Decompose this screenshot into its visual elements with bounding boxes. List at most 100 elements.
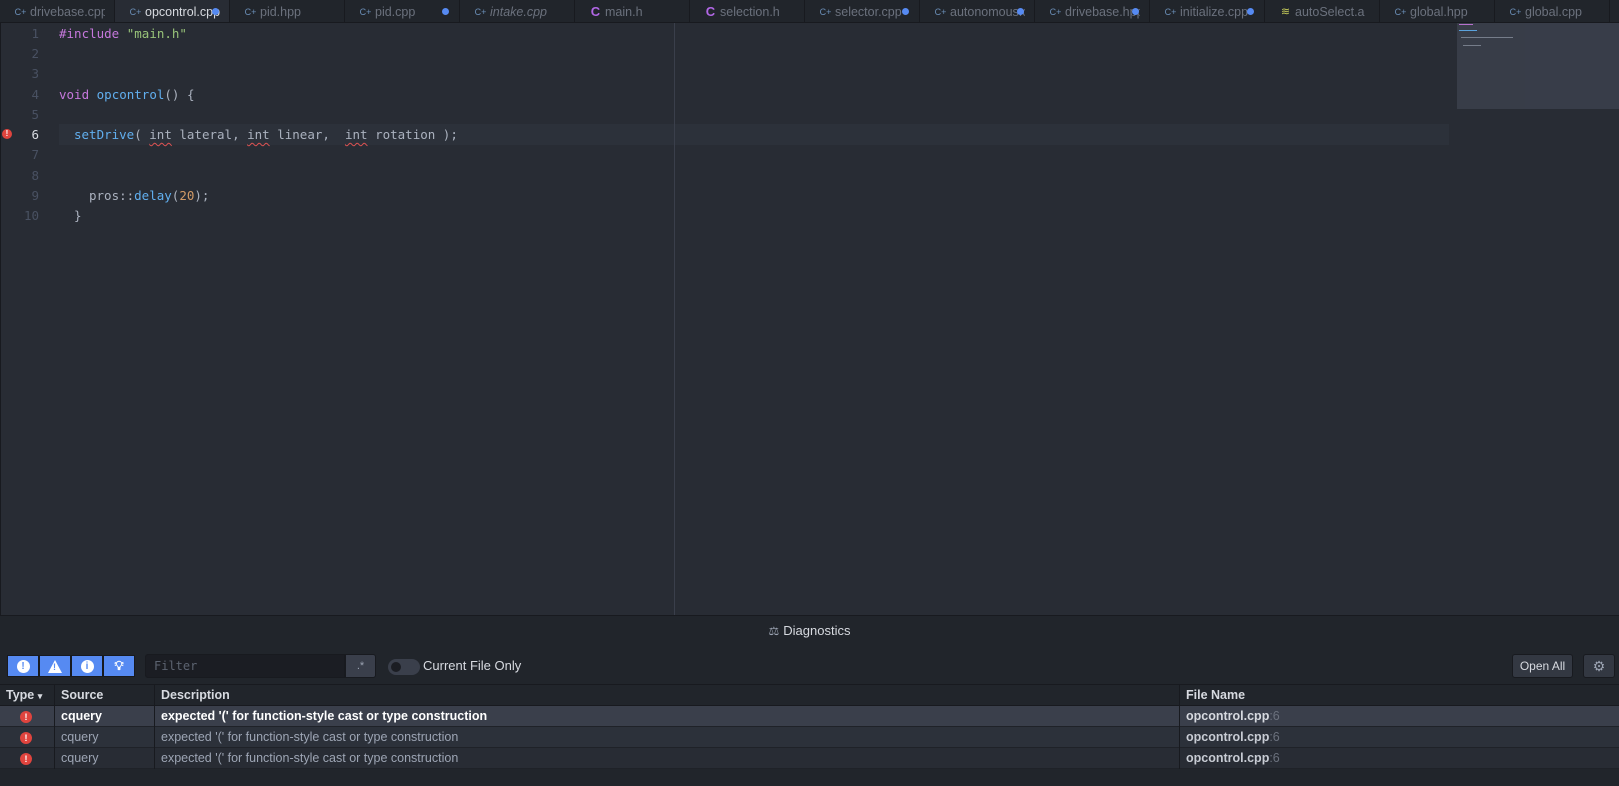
yaml-file-icon: ≋ <box>1280 6 1291 18</box>
error-icon: ! <box>20 711 32 723</box>
file-name-link[interactable]: opcontrol.cpp <box>1186 730 1269 744</box>
tab-label: intake.cpp <box>490 4 547 19</box>
cpp-file-icon: C+ <box>474 6 487 17</box>
regex-toggle-button[interactable]: .* <box>345 654 376 678</box>
line-number-gutter: 1 2 3 4 5 6! 7 8 9 10 <box>1 23 49 615</box>
type-cell: ! <box>0 706 55 727</box>
column-header-description[interactable]: Description <box>155 685 1180 706</box>
c-file-icon: C <box>590 4 601 19</box>
tab-1[interactable]: C+ opcontrol.cpp <box>115 0 230 22</box>
file-line-number: :6 <box>1269 709 1280 723</box>
open-all-button[interactable]: Open All <box>1512 654 1573 678</box>
error-icon: ! <box>16 659 30 673</box>
tab-3[interactable]: C+ pid.cpp <box>345 0 460 22</box>
tab-label: opcontrol.cpp <box>145 5 220 19</box>
tab-11[interactable]: ≋ autoSelect.a <box>1265 0 1380 22</box>
error-icon: ! <box>20 732 32 744</box>
description-cell: expected '(' for function-style cast or … <box>155 727 1180 748</box>
tab-6[interactable]: Cselection.h <box>690 0 805 22</box>
file-cell[interactable]: opcontrol.cpp:6 <box>1180 706 1619 727</box>
code-line-10: } <box>74 208 82 223</box>
tab-2[interactable]: C+ pid.hpp <box>230 0 345 22</box>
error-filter-button[interactable]: ! <box>7 655 39 677</box>
column-header-type[interactable]: Type ▾ <box>0 685 55 706</box>
minimap[interactable] <box>1457 23 1619 109</box>
tab-8[interactable]: C+autonomous.cpp <box>920 0 1035 22</box>
tab-7[interactable]: C+ selector.cpp <box>805 0 920 22</box>
file-cell[interactable]: opcontrol.cpp:6 <box>1180 748 1619 769</box>
description-cell: expected '(' for function-style cast or … <box>155 748 1180 769</box>
line-number: 8 <box>31 168 39 183</box>
code-line-1: #include "main.h" <box>59 26 187 41</box>
toggle-knob <box>391 662 401 672</box>
line-number: 5 <box>31 107 39 122</box>
tab-label: selector.cpp <box>835 4 902 19</box>
severity-filter-group: ! ! i 💡︎ <box>7 655 135 677</box>
tab-4[interactable]: C+ intake.cpp <box>460 0 575 22</box>
code-line-4: void opcontrol() { <box>59 87 195 102</box>
tab-5[interactable]: Cmain.h <box>575 0 690 22</box>
lightbulb-icon: 💡︎ <box>114 658 124 673</box>
gear-icon: ⚙ <box>1592 658 1606 674</box>
tab-label: global.cpp <box>1525 4 1582 19</box>
gutter-error-icon[interactable]: ! <box>2 129 12 139</box>
tab-label: drivebase.hpp <box>1065 4 1140 19</box>
table-row[interactable]: ! cquery expected '(' for function-style c… <box>0 748 1619 769</box>
code-line-9: pros::delay(20); <box>89 188 210 203</box>
description-cell: expected '(' for function-style cast or … <box>155 706 1180 727</box>
line-number: 10 <box>23 208 39 223</box>
tab-10[interactable]: C+ initialize.cpp <box>1150 0 1265 22</box>
cpp-file-icon: C+ <box>129 7 142 17</box>
line-number: 3 <box>31 66 39 81</box>
code-line-6: setDrive( int lateral, int linear, int r… <box>74 127 458 142</box>
sort-desc-icon: ▾ <box>37 691 43 701</box>
tab-label: autoSelect.a <box>1295 4 1365 19</box>
modified-dot-icon <box>1132 8 1139 15</box>
diagnostics-title: ⚖ Diagnostics <box>768 623 851 638</box>
cpp-file-icon: C+ <box>1049 6 1062 17</box>
source-cell: cquery <box>55 727 155 748</box>
current-file-only-toggle[interactable] <box>388 659 420 675</box>
tab-label: main.h <box>605 4 643 19</box>
tab-label: global.hpp <box>1410 4 1468 19</box>
filter-input[interactable] <box>145 654 345 678</box>
scale-icon: ⚖ <box>768 624 780 638</box>
line-number: 4 <box>31 87 39 102</box>
tab-9[interactable]: C+ drivebase.hpp <box>1035 0 1150 22</box>
tab-13[interactable]: C+ global.cpp <box>1495 0 1610 22</box>
current-file-only-label: Current File Only <box>423 658 522 673</box>
column-header-source[interactable]: Source <box>55 685 155 706</box>
wrap-guide <box>674 23 675 615</box>
tab-label: pid.cpp <box>375 4 416 19</box>
tab-label: selection.h <box>720 4 780 19</box>
c-file-icon: C <box>705 4 716 19</box>
tab-label: pid.hpp <box>260 4 302 19</box>
cpp-file-icon: C+ <box>1164 6 1177 17</box>
table-row[interactable]: ! cquery expected '(' for function-style c… <box>0 706 1619 727</box>
file-line-number: :6 <box>1269 730 1280 744</box>
warning-filter-button[interactable]: ! <box>39 655 71 677</box>
hint-filter-button[interactable]: 💡︎ <box>103 655 135 677</box>
cpp-file-icon: C+ <box>1509 6 1522 17</box>
table-row[interactable]: ! cquery expected '(' for function-style c… <box>0 727 1619 748</box>
tab-12[interactable]: C+ global.hpp <box>1380 0 1495 22</box>
tab-label: drivebase.cpp <box>30 4 105 19</box>
tab-label: initialize.cpp <box>1180 4 1249 19</box>
code-editor[interactable]: 1 2 3 4 5 6! 7 8 9 10 #include "main.h" void opco… <box>0 23 1619 615</box>
tab-0[interactable]: C+ drivebase.cpp <box>0 0 115 22</box>
cpp-file-icon: C+ <box>14 6 27 17</box>
info-filter-button[interactable]: i <box>71 655 103 677</box>
settings-button[interactable]: ⚙ <box>1583 654 1615 678</box>
modified-dot-icon <box>902 8 909 15</box>
file-name-link[interactable]: opcontrol.cpp <box>1186 751 1269 765</box>
tab-label: autonomous.cpp <box>950 4 1025 19</box>
column-header-file-name[interactable]: File Name <box>1180 685 1619 706</box>
file-cell[interactable]: opcontrol.cpp:6 <box>1180 727 1619 748</box>
table-header: Type ▾ Source Description File Name <box>0 684 1619 706</box>
table-body: ! cquery expected '(' for function-style c… <box>0 706 1619 769</box>
file-line-number: :6 <box>1269 751 1280 765</box>
tab-bar: C+ drivebase.cpp C+ opcontrol.cpp C+ pid.hpp C… <box>0 0 1619 23</box>
diagnostics-table: Type ▾ Source Description File Name ! cqu… <box>0 684 1619 769</box>
modified-dot-icon <box>212 8 219 15</box>
file-name-link[interactable]: opcontrol.cpp <box>1186 709 1269 723</box>
